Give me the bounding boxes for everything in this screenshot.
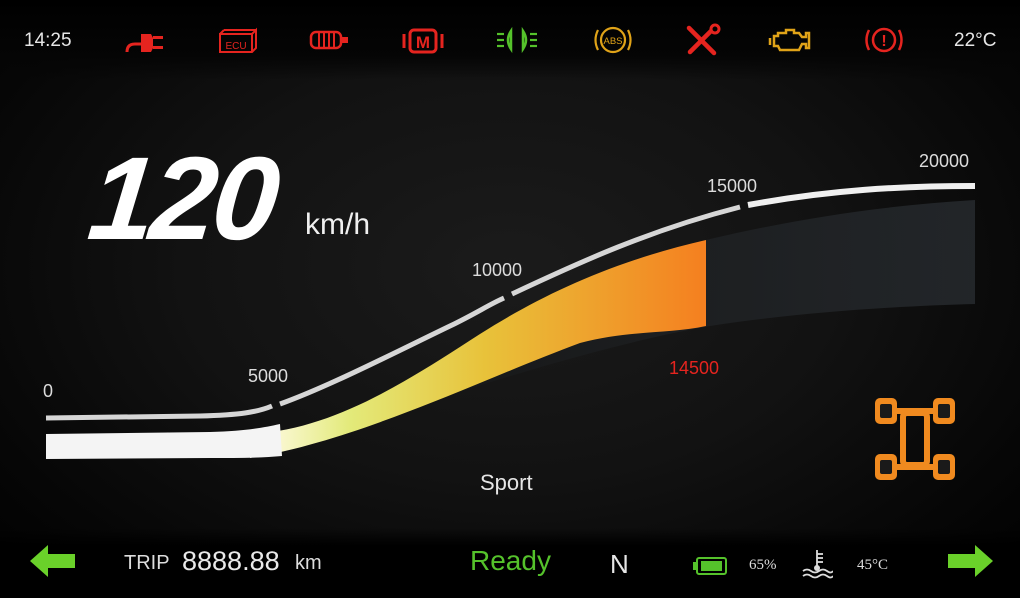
trip-value: 8888.88 bbox=[182, 546, 280, 576]
rpm-tick-label: 20000 bbox=[919, 151, 970, 171]
right-turn-signal-icon bbox=[945, 543, 995, 579]
speed-value: 120 bbox=[83, 133, 282, 265]
rpm-scale-line-1 bbox=[45, 403, 273, 421]
coolant-temperature: 45°C bbox=[857, 557, 889, 573]
coolant-temp-icon bbox=[801, 547, 834, 579]
rpm-tick-label: 15000 bbox=[707, 176, 758, 196]
instrument-cluster: 14:25 22°C ECU M ABS ! 0 5000 10000 1500… bbox=[0, 0, 1020, 598]
ready-indicator: Ready bbox=[470, 545, 551, 576]
rpm-tick-label: 0 bbox=[43, 381, 54, 401]
rpm-current-value: 14500 bbox=[669, 358, 720, 378]
speed-unit: km/h bbox=[305, 208, 371, 241]
rpm-tick-label: 10000 bbox=[472, 260, 523, 280]
rpm-gauge bbox=[45, 183, 976, 460]
rpm-tick-label: 5000 bbox=[248, 366, 289, 386]
drive-mode: Sport bbox=[480, 470, 533, 495]
battery-percent: 65% bbox=[749, 557, 777, 573]
battery-icon bbox=[692, 556, 728, 576]
rpm-scale-line-4 bbox=[747, 183, 976, 208]
trip-label: TRIP bbox=[124, 552, 170, 574]
awd-drivetrain-icon bbox=[870, 392, 960, 492]
left-turn-signal-icon bbox=[28, 543, 78, 579]
gear-indicator: N bbox=[610, 549, 629, 579]
rpm-base-bar bbox=[46, 424, 282, 459]
trip-unit: km bbox=[295, 552, 322, 574]
